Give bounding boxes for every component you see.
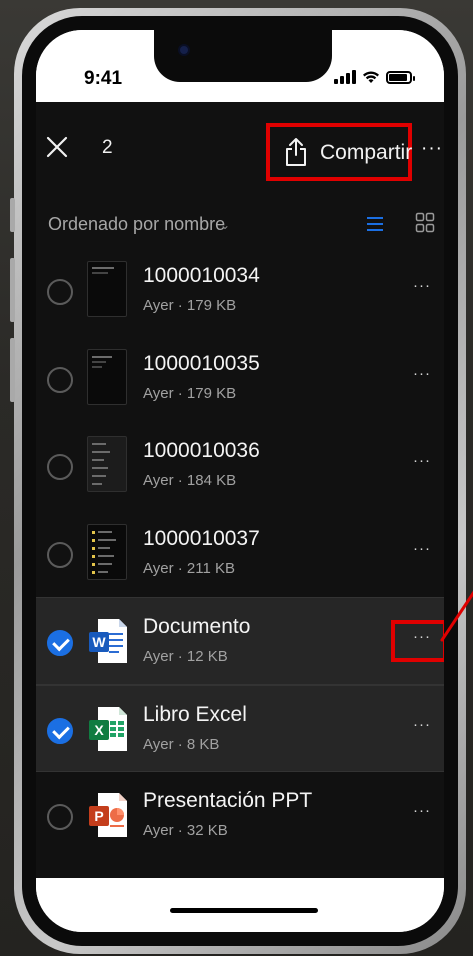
file-row[interactable]: 1000010034 Ayer · 179 KB ··· — [36, 247, 444, 335]
file-list: 1000010034 Ayer · 179 KB ··· 1000010035 … — [36, 247, 444, 860]
more-options-icon[interactable]: ··· — [413, 452, 431, 469]
annotation-arrow — [440, 590, 473, 642]
more-options-icon[interactable]: ··· — [413, 540, 431, 557]
more-options-icon[interactable]: ··· — [421, 138, 443, 160]
share-icon — [286, 138, 306, 166]
volume-down-button — [10, 338, 15, 402]
file-meta: Ayer · 32 KB — [143, 822, 228, 839]
file-meta: Ayer · 179 KB — [143, 384, 237, 402]
file-name: 1000010035 — [143, 351, 260, 375]
image-thumbnail — [87, 348, 127, 405]
image-thumbnail — [87, 436, 127, 492]
onedrive-file-browser: 2 Compartir ··· Ordenado por nombre ⌄ 10… — [36, 102, 444, 878]
status-bar: 9:41 — [36, 30, 444, 102]
file-name: Libro Excel — [143, 702, 247, 726]
close-icon[interactable] — [46, 136, 68, 158]
phone-bezel: 9:41 2 Compartir ··· Ordenado por nombre… — [22, 16, 458, 946]
selection-checkbox[interactable] — [47, 541, 73, 568]
selection-checkbox[interactable] — [47, 717, 73, 744]
phone-screen: 9:41 2 Compartir ··· Ordenado por nombre… — [36, 30, 444, 932]
word-file-icon: W — [89, 619, 127, 663]
file-row[interactable]: P Presentación PPT Ayer · 32 KB ··· — [36, 772, 444, 860]
home-indicator-area — [36, 878, 444, 932]
svg-text:P: P — [94, 808, 103, 824]
more-options-icon[interactable]: ··· — [413, 365, 431, 382]
file-row[interactable]: X Libro Excel Ayer · 8 KB ··· — [36, 684, 444, 772]
mute-switch — [10, 198, 15, 232]
selected-count: 2 — [102, 137, 113, 158]
file-name: Documento — [143, 615, 251, 638]
sort-bar: Ordenado por nombre ⌄ — [36, 206, 444, 246]
share-button[interactable]: Compartir — [266, 123, 412, 181]
home-indicator[interactable] — [170, 908, 318, 913]
wifi-icon — [363, 71, 379, 83]
selection-checkbox[interactable] — [47, 454, 73, 480]
list-view-icon[interactable] — [366, 214, 384, 234]
file-meta: Ayer · 179 KB — [143, 297, 237, 314]
file-meta: Ayer · 211 KB — [143, 559, 235, 577]
battery-icon — [386, 71, 415, 84]
battery-level-fill — [389, 74, 407, 81]
file-row[interactable]: 1000010035 Ayer · 179 KB ··· — [36, 335, 444, 423]
front-camera-icon — [178, 44, 190, 56]
more-options-icon[interactable]: ··· — [413, 716, 431, 733]
excel-file-icon: X — [89, 706, 127, 751]
file-name: Presentación PPT — [143, 789, 313, 812]
file-name: 1000010034 — [143, 264, 260, 287]
file-row[interactable]: W Documento Ayer · 12 KB ··· — [36, 597, 444, 685]
selection-toolbar: 2 Compartir ··· — [36, 102, 444, 192]
file-name: 1000010037 — [143, 526, 260, 550]
file-row[interactable]: 1000010037 Ayer · 211 KB ··· — [36, 510, 444, 598]
notch — [154, 30, 332, 82]
volume-up-button — [10, 258, 15, 322]
phone-frame: 9:41 2 Compartir ··· Ordenado por nombre… — [10, 8, 466, 954]
file-row[interactable]: 1000010036 Ayer · 184 KB ··· — [36, 422, 444, 510]
file-meta: Ayer · 12 KB — [143, 648, 228, 665]
svg-text:W: W — [92, 634, 106, 650]
more-options-icon[interactable]: ··· — [413, 628, 431, 645]
selection-checkbox[interactable] — [47, 630, 73, 656]
selection-checkbox[interactable] — [47, 279, 73, 305]
file-meta: Ayer · 184 KB — [143, 472, 237, 489]
more-options-icon[interactable]: ··· — [413, 802, 431, 819]
status-icons — [334, 70, 415, 84]
file-meta: Ayer · 8 KB — [143, 735, 220, 753]
share-label: Compartir — [320, 141, 413, 164]
status-time: 9:41 — [84, 68, 123, 89]
image-thumbnail — [87, 523, 127, 580]
file-name: 1000010036 — [143, 439, 260, 462]
svg-text:X: X — [94, 722, 104, 738]
cellular-signal-icon — [334, 70, 356, 84]
powerpoint-file-icon: P — [89, 793, 127, 837]
more-options-icon[interactable]: ··· — [413, 277, 431, 294]
chevron-down-icon: ⌄ — [220, 218, 231, 232]
image-thumbnail — [87, 261, 127, 317]
grid-view-icon[interactable] — [415, 212, 435, 234]
sort-dropdown[interactable]: Ordenado por nombre — [48, 214, 225, 235]
selection-checkbox[interactable] — [47, 366, 73, 393]
selection-checkbox[interactable] — [47, 804, 73, 830]
